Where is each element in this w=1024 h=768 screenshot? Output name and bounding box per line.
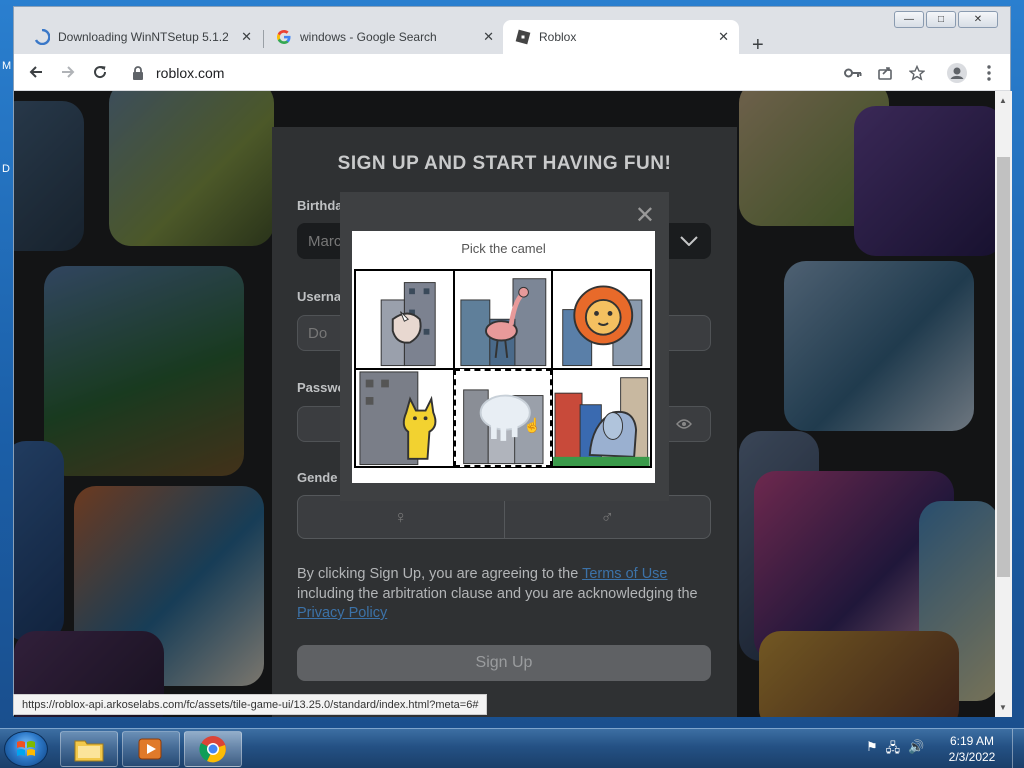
female-icon: ♀ [394, 506, 408, 527]
chevron-down-icon [680, 233, 698, 250]
captcha-instruction: Pick the camel [461, 241, 546, 256]
menu-kebab-icon[interactable] [978, 62, 1000, 84]
tab-close-icon[interactable]: ✕ [483, 29, 494, 45]
tab-close-icon[interactable]: ✕ [718, 29, 729, 45]
browser-toolbar: roblox.com [14, 54, 1010, 91]
reload-icon[interactable] [89, 61, 111, 83]
captcha-tile-ostrich[interactable] [453, 270, 553, 369]
gender-female-button[interactable]: ♀ [297, 495, 505, 539]
terms-text-part: By clicking Sign Up, you are agreeing to… [297, 566, 583, 582]
scroll-up-arrow-icon[interactable]: ▲ [999, 96, 1007, 105]
lion-icon [562, 285, 643, 367]
gender-selector: ♀ ♂ [297, 495, 711, 539]
captcha-modal: ✕ Pick the camel ☝ [340, 192, 669, 501]
tab-strip: Downloading WinNTSetup 5.1.2 ✕ windows -… [14, 18, 1010, 56]
system-tray: ⚑ 🖧 🔊 [866, 739, 924, 761]
tab-label: Downloading WinNTSetup 5.1.2 [58, 30, 228, 44]
tab-google-search[interactable]: windows - Google Search ✕ [264, 20, 504, 54]
birthday-month-value: Marc [308, 232, 342, 250]
captcha-tile-rhino[interactable] [355, 270, 454, 369]
captcha-tile-elephant-selected[interactable]: ☝ [453, 368, 553, 467]
show-desktop-button[interactable] [1012, 729, 1024, 768]
captcha-tile-elephant[interactable] [552, 368, 651, 467]
share-icon[interactable] [874, 62, 896, 84]
elephant-icon [553, 376, 650, 466]
username-placeholder: Do [308, 324, 328, 342]
terms-of-use-link[interactable]: Terms of Use [582, 566, 667, 582]
media-player-icon [138, 738, 162, 760]
scrollbar-thumb[interactable] [997, 157, 1010, 577]
taskbar-clock[interactable]: 6:19 AM 2/3/2022 [940, 733, 1004, 765]
folder-icon [74, 740, 104, 762]
tab-roblox[interactable]: Roblox ✕ [503, 20, 739, 54]
taskbar: ⚑ 🖧 🔊 6:19 AM 2/3/2022 [0, 728, 1024, 768]
tab-winntsetup[interactable]: Downloading WinNTSetup 5.1.2 ✕ [22, 20, 262, 54]
tab-label: Roblox [539, 30, 577, 44]
status-bar: https://roblox-api.arkoselabs.com/fc/ass… [13, 694, 488, 715]
google-favicon-icon [276, 29, 292, 45]
privacy-policy-link[interactable]: Privacy Policy [297, 605, 387, 621]
eye-icon[interactable] [676, 416, 692, 432]
start-button[interactable] [4, 731, 48, 767]
back-arrow-icon[interactable] [25, 61, 47, 83]
terms-text: By clicking Sign Up, you are agreeing to… [297, 565, 711, 624]
vertical-scrollbar[interactable]: ▲ ▼ [995, 91, 1012, 717]
cat-icon [359, 370, 437, 465]
page-viewport: SIGN UP AND START HAVING FUN! Birthda Ma… [14, 91, 995, 717]
desktop-icon-label[interactable]: D [2, 163, 10, 175]
taskbar-explorer-button[interactable] [60, 731, 118, 767]
sign-up-button[interactable]: Sign Up [297, 645, 711, 681]
profile-avatar-icon[interactable] [946, 62, 968, 84]
windows-logo-icon [17, 741, 35, 756]
download-favicon-icon [34, 29, 50, 45]
clock-date: 2/3/2022 [948, 750, 996, 764]
terms-text-part: including the arbitration clause and you… [297, 585, 698, 602]
captcha-tile-grid: ☝ [354, 269, 652, 468]
rhino-icon [380, 282, 436, 367]
browser-window: — □ ✕ Downloading WinNTSetup 5.1.2 ✕ win… [13, 6, 1012, 717]
birthday-label: Birthda [297, 198, 343, 213]
lock-icon[interactable] [132, 65, 144, 80]
clock-time: 6:19 AM [949, 734, 995, 748]
desktop-icon-label[interactable]: M [2, 60, 11, 72]
gender-male-button[interactable]: ♂ [504, 495, 711, 539]
tab-label: windows - Google Search [300, 30, 437, 44]
gender-label: Gende [297, 470, 338, 485]
taskbar-media-player-button[interactable] [122, 731, 180, 767]
username-label: Userna [297, 289, 342, 304]
captcha-challenge: Pick the camel ☝ [352, 231, 655, 483]
chrome-icon [199, 736, 226, 763]
scroll-down-arrow-icon[interactable]: ▼ [999, 703, 1007, 712]
close-icon[interactable]: ✕ [635, 204, 655, 228]
signup-title: SIGN UP AND START HAVING FUN! [337, 153, 672, 174]
male-icon: ♂ [600, 506, 615, 527]
network-icon[interactable]: 🖧 [886, 739, 901, 761]
status-url: https://roblox-api.arkoselabs.com/fc/ass… [22, 698, 479, 711]
key-icon[interactable] [842, 62, 864, 84]
forward-arrow-icon[interactable] [57, 61, 79, 83]
action-center-flag-icon[interactable]: ⚑ [866, 739, 878, 761]
captcha-tile-lion[interactable] [552, 270, 651, 369]
password-label: Passwo [297, 380, 346, 395]
taskbar-chrome-button[interactable] [184, 731, 242, 767]
ostrich-icon [460, 278, 546, 367]
captcha-tile-cat[interactable] [355, 368, 454, 467]
tab-close-icon[interactable]: ✕ [241, 29, 252, 45]
volume-icon[interactable]: 🔊 [908, 739, 924, 761]
hand-cursor-icon: ☝ [523, 416, 542, 433]
url-text: roblox.com [156, 64, 225, 81]
roblox-favicon-icon [515, 29, 531, 45]
star-icon[interactable] [906, 62, 928, 84]
